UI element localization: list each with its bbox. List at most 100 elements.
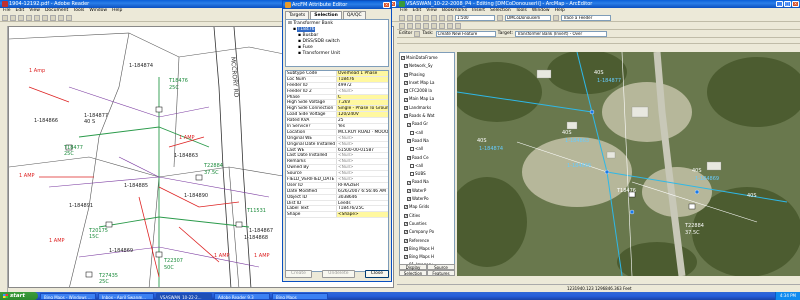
zoom-out-icon[interactable]: [42, 14, 48, 21]
editor-menu[interactable]: Editor: [399, 31, 412, 36]
property-value[interactable]: <Null>: [336, 141, 388, 147]
email-icon[interactable]: [18, 14, 24, 21]
menu-edit[interactable]: Edit: [16, 8, 25, 14]
layer-visibility-checkbox[interactable]: ✓: [404, 64, 408, 69]
property-value[interactable]: Overhead 1 Phase: [336, 71, 388, 76]
attribute-editor-titlebar[interactable]: ArcFM Attribute Editor ×: [283, 1, 391, 9]
menu-bookmarks[interactable]: Bookmarks: [442, 8, 467, 14]
property-value[interactable]: <Null>: [336, 165, 388, 171]
tab-qaqc[interactable]: QA/QC: [342, 11, 366, 19]
toc-layer[interactable]: ✓ WaterPo: [401, 195, 453, 203]
toc-layer[interactable]: ✓ MainDataFrame: [401, 54, 453, 62]
identify-icon[interactable]: [431, 22, 437, 29]
layer-visibility-checkbox[interactable]: ✓: [401, 56, 405, 61]
property-value[interactable]: 3038646: [336, 194, 388, 200]
toc-layer[interactable]: ✓ Bing Maps H: [401, 245, 453, 253]
trace-feeder-field[interactable]: Trace a Feeder: [561, 14, 611, 21]
new-icon[interactable]: [399, 14, 405, 21]
menu-help[interactable]: Help: [555, 8, 565, 14]
menu-window[interactable]: Window: [89, 8, 107, 14]
toc-layer[interactable]: ✓ Company Po: [401, 228, 453, 236]
property-row[interactable]: Shape <Shape>: [286, 212, 388, 219]
layer-visibility-checkbox[interactable]: ✓: [407, 155, 411, 160]
toc-layer[interactable]: ✓ Road Na: [401, 137, 453, 145]
print-icon[interactable]: [423, 14, 429, 21]
layer-visibility-checkbox[interactable]: ✓: [407, 122, 411, 127]
menu-help[interactable]: Help: [112, 8, 122, 14]
tree-node[interactable]: ▪ Transformer Unit: [288, 51, 386, 57]
print-icon[interactable]: [10, 14, 16, 21]
property-value[interactable]: <Null>: [336, 159, 388, 165]
taskbar-button[interactable]: Inbox - April Swan@...: [98, 292, 154, 300]
property-value[interactable]: Yes: [336, 124, 388, 129]
close-button[interactable]: ×: [383, 2, 390, 8]
toc-layer[interactable]: <all: [401, 145, 453, 153]
layer-visibility-checkbox[interactable]: ✓: [407, 139, 411, 144]
property-value[interactable]: <Null>: [336, 177, 388, 182]
taskbar-button[interactable]: Adobe Reader 9.3: [214, 292, 270, 300]
task-dropdown[interactable]: Create New Feature: [435, 30, 496, 37]
sketch-tool-icon[interactable]: [414, 30, 421, 37]
select-tool-icon[interactable]: [66, 14, 72, 21]
next-page-icon[interactable]: [34, 14, 40, 21]
toc-layer[interactable]: <all: [401, 162, 453, 170]
zoom-out-icon[interactable]: [407, 22, 413, 29]
layer-visibility-checkbox[interactable]: ✓: [404, 97, 408, 102]
property-value[interactable]: 6/26/2007 6:56:46 AM: [336, 188, 388, 194]
paste-icon[interactable]: [447, 14, 453, 21]
property-value[interactable]: <Null>: [336, 153, 388, 159]
pan-icon[interactable]: [415, 22, 421, 29]
property-value[interactable]: MCCROY ROAD · MOOO: [336, 129, 388, 135]
toc-layer[interactable]: ✓ Map Grids: [401, 203, 453, 211]
layer-visibility-checkbox[interactable]: [410, 130, 414, 135]
toc-layer[interactable]: ✓ Road Gr: [401, 120, 453, 128]
toc-layer[interactable]: ✓ Bing Maps H: [401, 253, 453, 261]
layer-visibility-checkbox[interactable]: ✓: [407, 188, 411, 193]
layer-visibility-checkbox[interactable]: [410, 172, 414, 177]
layer-visibility-checkbox[interactable]: ✓: [404, 213, 408, 218]
layer-visibility-checkbox[interactable]: ✓: [404, 89, 408, 94]
zoom-in-icon[interactable]: [399, 22, 405, 29]
menu-view[interactable]: View: [29, 8, 40, 14]
layer-visibility-checkbox[interactable]: ✓: [404, 222, 408, 227]
open-icon[interactable]: [2, 14, 8, 21]
create-button[interactable]: Create: [285, 270, 312, 278]
layer-visibility-checkbox[interactable]: ✓: [404, 255, 408, 260]
property-value[interactable]: <Null>: [336, 171, 388, 177]
toc-layer[interactable]: ✓ CFC2008 la: [401, 87, 453, 95]
property-value[interactable]: <Shape>: [336, 212, 388, 218]
menu-file[interactable]: File: [400, 8, 408, 14]
reader-side-panel[interactable]: [0, 26, 8, 292]
layer-visibility-checkbox[interactable]: [410, 147, 414, 152]
menu-view[interactable]: View: [426, 8, 437, 14]
undelete-button[interactable]: Undelete: [322, 270, 355, 278]
layer-visibility-checkbox[interactable]: ✓: [404, 205, 408, 210]
layer-visibility-checkbox[interactable]: ✓: [404, 238, 408, 243]
hand-tool-icon[interactable]: [58, 14, 64, 21]
toc-tab-selection[interactable]: Selection: [399, 270, 427, 276]
maximize-button[interactable]: □: [784, 1, 791, 7]
layer-visibility-checkbox[interactable]: ✓: [404, 81, 408, 86]
arcmap-titlebar[interactable]: VSASWAN_10-22-2008_P4 - Editing [DMCoDon…: [397, 0, 800, 8]
toc-layer[interactable]: ✓ WaterP: [401, 187, 453, 195]
layer-visibility-checkbox[interactable]: ✓: [404, 246, 408, 251]
toc-layer[interactable]: ✓ Network_Sy: [401, 62, 453, 70]
property-value[interactable]: C: [336, 94, 388, 100]
menu-tools[interactable]: Tools: [516, 8, 527, 14]
menu-window[interactable]: Window: [532, 8, 550, 14]
taskbar-button[interactable]: Bing Maps - Windows ...: [40, 292, 96, 300]
toc-layer[interactable]: ✓ Landmarks: [401, 104, 453, 112]
scale-dropdown[interactable]: 1:500: [455, 14, 495, 21]
minimize-button[interactable]: _: [776, 1, 783, 7]
measure-icon[interactable]: [447, 22, 453, 29]
property-value[interactable]: 49972: [336, 82, 388, 88]
layer-visibility-checkbox[interactable]: ✓: [404, 230, 408, 235]
cut-icon[interactable]: [431, 14, 437, 21]
editor-toolbar-icon[interactable]: [497, 14, 503, 21]
tab-targets[interactable]: Targets: [285, 11, 310, 19]
toc-layer[interactable]: <all: [401, 129, 453, 137]
property-value[interactable]: 120/240V: [336, 112, 388, 118]
property-value[interactable]: Single - Phase To Groun: [336, 106, 388, 112]
open-icon[interactable]: [407, 14, 413, 21]
taskbar-button[interactable]: VSASWAN_10-22-2...: [156, 292, 212, 300]
